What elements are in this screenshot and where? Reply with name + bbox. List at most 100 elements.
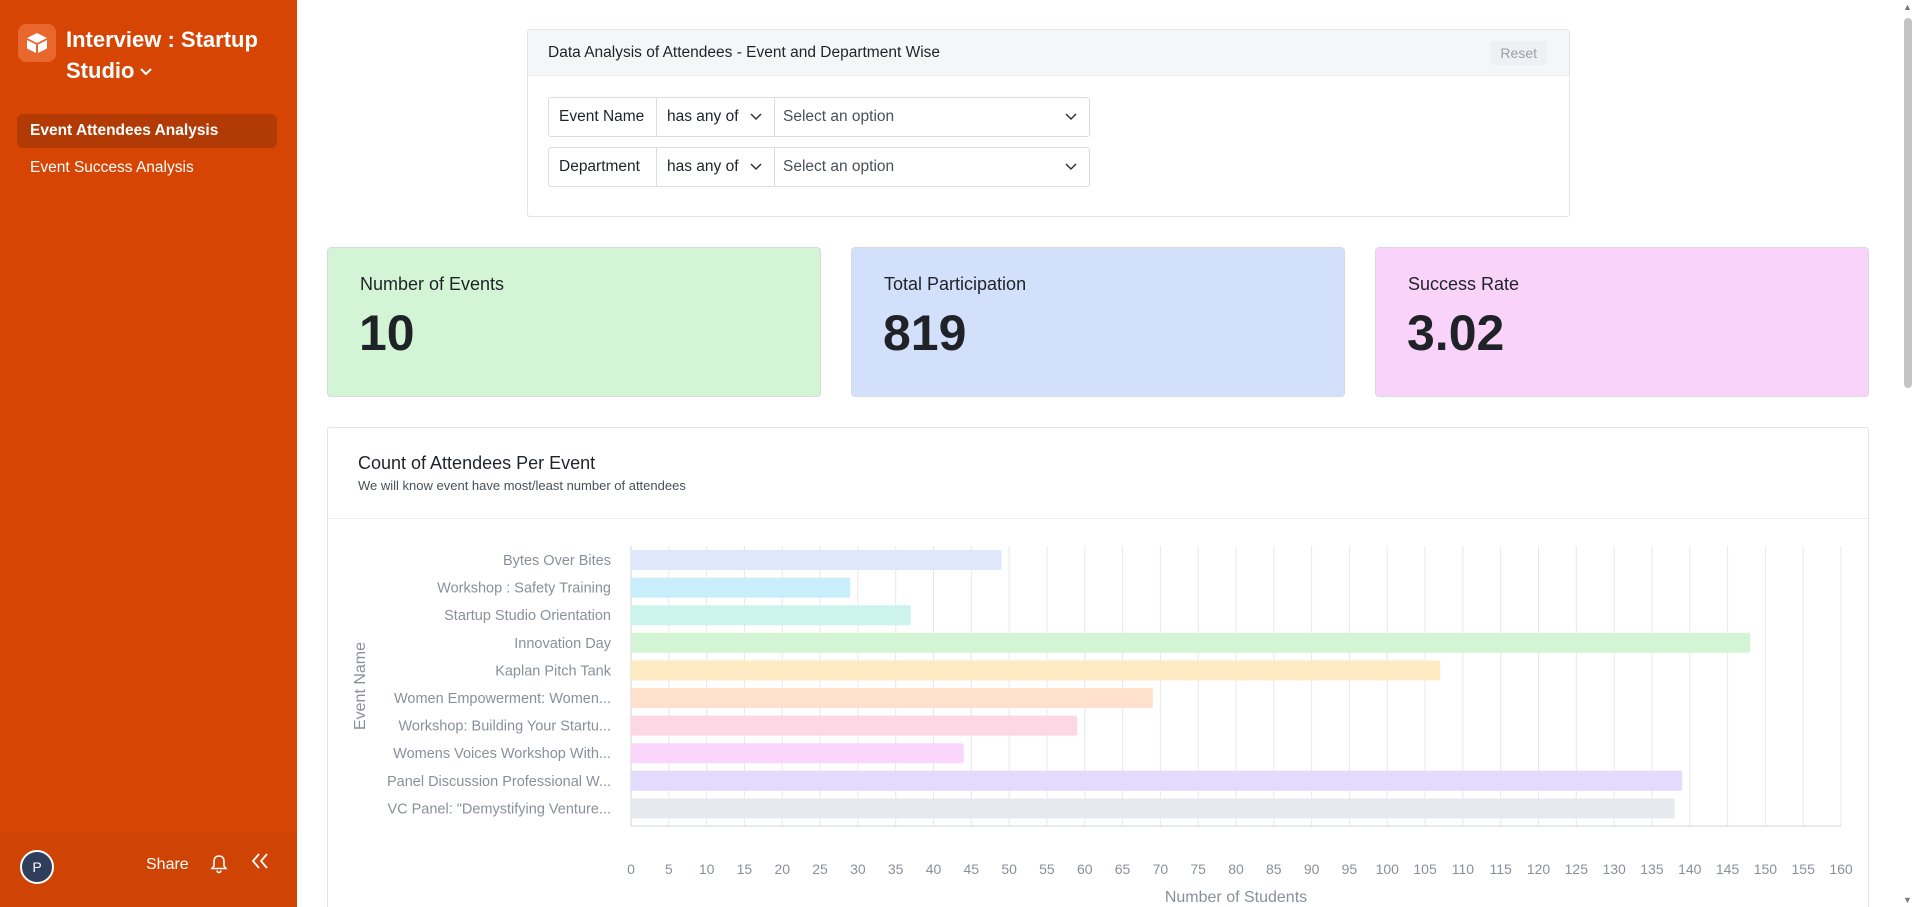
filter-operator-label: has any of <box>667 158 739 175</box>
chevron-down-icon <box>750 98 762 136</box>
x-tick-label: 95 <box>1342 861 1358 877</box>
x-tick-label: 75 <box>1190 861 1206 877</box>
y-category-label: Workshop: Building Your Startu... <box>398 719 611 735</box>
y-category-label: Panel Discussion Professional W... <box>387 774 611 790</box>
filter-panel: Data Analysis of Attendees - Event and D… <box>527 29 1570 217</box>
x-tick-label: 15 <box>737 861 753 877</box>
filter-row-event-name: Event Name has any of Select an option <box>548 97 1090 137</box>
chevron-down-icon <box>1065 98 1077 136</box>
scroll-up-icon[interactable]: ▲ <box>1903 2 1912 12</box>
x-tick-label: 70 <box>1153 861 1169 877</box>
chevron-down-icon <box>1065 148 1077 186</box>
app-logo-icon <box>18 24 56 62</box>
filter-value-select[interactable]: Select an option <box>775 148 1089 186</box>
kpi-card-success-rate: Success Rate 3.02 <box>1375 247 1869 397</box>
kpi-label: Number of Events <box>360 274 505 294</box>
chart-card: Count of Attendees Per Event We will kno… <box>327 427 1869 907</box>
bar <box>631 715 1078 736</box>
y-category-label: Womens Voices Workshop With... <box>393 746 611 762</box>
y-axis-title: Event Name <box>352 642 369 730</box>
collapse-sidebar-icon[interactable] <box>250 852 270 874</box>
x-tick-label: 50 <box>1001 861 1017 877</box>
y-category-label: Startup Studio Orientation <box>444 608 611 624</box>
y-category-label: VC Panel: "Demystifying Venture... <box>387 801 611 817</box>
kpi-label: Total Participation <box>884 274 1027 294</box>
y-category-label: Women Empowerment: Women... <box>394 691 611 707</box>
x-tick-label: 0 <box>627 861 635 877</box>
sidebar-footer: P Share <box>0 832 297 907</box>
sidebar-item-event-success-analysis[interactable]: Event Success Analysis <box>17 151 277 185</box>
x-tick-label: 110 <box>1452 861 1475 877</box>
y-category-label: Kaplan Pitch Tank <box>495 663 612 679</box>
filter-value-placeholder: Select an option <box>783 108 895 125</box>
x-tick-label: 35 <box>888 861 904 877</box>
brand[interactable]: Interview : Startup Studio <box>18 24 266 87</box>
kpi-card-total-participation: Total Participation 819 <box>851 247 1345 397</box>
filter-operator-select[interactable]: has any of <box>657 98 775 136</box>
x-tick-label: 105 <box>1413 861 1437 877</box>
x-tick-label: 60 <box>1077 861 1093 877</box>
sidebar: Interview : Startup Studio Event Attende… <box>0 0 297 907</box>
kpi-label: Success Rate <box>1408 274 1520 294</box>
filter-field-label: Event Name <box>549 98 657 136</box>
app-title-line1: Interview : Startup <box>66 27 258 52</box>
page-scrollbar[interactable]: ▲ ▼ <box>1900 0 1916 907</box>
bell-icon[interactable] <box>210 854 228 879</box>
y-category-label: Innovation Day <box>514 636 611 652</box>
x-tick-label: 80 <box>1228 861 1244 877</box>
x-tick-label: 150 <box>1754 861 1778 877</box>
x-tick-label: 115 <box>1490 861 1513 877</box>
app-title: Interview : Startup Studio <box>66 24 266 87</box>
sidebar-item-event-attendees-analysis[interactable]: Event Attendees Analysis <box>17 114 277 148</box>
filter-field-label: Department <box>549 148 657 186</box>
bar <box>631 660 1441 681</box>
chevron-down-icon <box>750 148 762 186</box>
x-tick-label: 100 <box>1376 861 1400 877</box>
x-tick-label: 40 <box>926 861 942 877</box>
scrollbar-thumb[interactable] <box>1904 18 1912 388</box>
x-tick-label: 140 <box>1678 861 1702 877</box>
x-tick-label: 25 <box>812 861 828 877</box>
reset-button[interactable]: Reset <box>1490 41 1547 65</box>
filter-row-department: Department has any of Select an option <box>548 147 1090 187</box>
x-tick-label: 45 <box>964 861 980 877</box>
x-tick-label: 20 <box>774 861 790 877</box>
x-tick-label: 5 <box>665 861 673 877</box>
y-category-label: Bytes Over Bites <box>503 553 611 569</box>
scroll-down-icon[interactable]: ▼ <box>1903 895 1912 905</box>
filter-value-placeholder: Select an option <box>783 158 895 175</box>
x-tick-label: 135 <box>1640 861 1664 877</box>
x-tick-label: 85 <box>1266 861 1282 877</box>
x-tick-label: 90 <box>1304 861 1320 877</box>
bar <box>631 577 851 598</box>
bar <box>631 743 964 764</box>
x-tick-label: 10 <box>699 861 715 877</box>
bar <box>631 798 1675 819</box>
x-tick-label: 30 <box>850 861 866 877</box>
x-tick-label: 55 <box>1039 861 1055 877</box>
avatar[interactable]: P <box>20 850 54 884</box>
app-title-line2: Studio <box>66 58 135 83</box>
share-button[interactable]: Share <box>146 856 189 874</box>
kpi-value: 10 <box>359 305 415 361</box>
x-tick-label: 155 <box>1792 861 1816 877</box>
x-tick-label: 145 <box>1716 861 1740 877</box>
bar <box>631 605 911 626</box>
filter-operator-label: has any of <box>667 108 739 125</box>
kpi-value: 3.02 <box>1407 305 1505 361</box>
x-tick-label: 160 <box>1829 861 1853 877</box>
x-tick-label: 130 <box>1602 861 1626 877</box>
sidebar-nav: Event Attendees Analysis Event Success A… <box>17 114 277 188</box>
x-tick-label: 125 <box>1565 861 1589 877</box>
chevron-down-icon[interactable] <box>140 56 153 87</box>
kpi-card-number-of-events: Number of Events 10 <box>327 247 821 397</box>
filter-operator-select[interactable]: has any of <box>657 148 775 186</box>
bar <box>631 688 1153 708</box>
bar <box>631 770 1683 791</box>
x-tick-label: 120 <box>1527 861 1551 877</box>
bar <box>631 550 1002 570</box>
filter-value-select[interactable]: Select an option <box>775 98 1089 136</box>
attendees-bar-chart: 0 5 10 15 20 25 30 35 40 45 50 55 60 65 70 75 80 85 90 95 10… <box>352 546 1853 906</box>
x-axis-title: Number of Students <box>1165 889 1307 906</box>
filter-title: Data Analysis of Attendees - Event and D… <box>548 44 941 61</box>
